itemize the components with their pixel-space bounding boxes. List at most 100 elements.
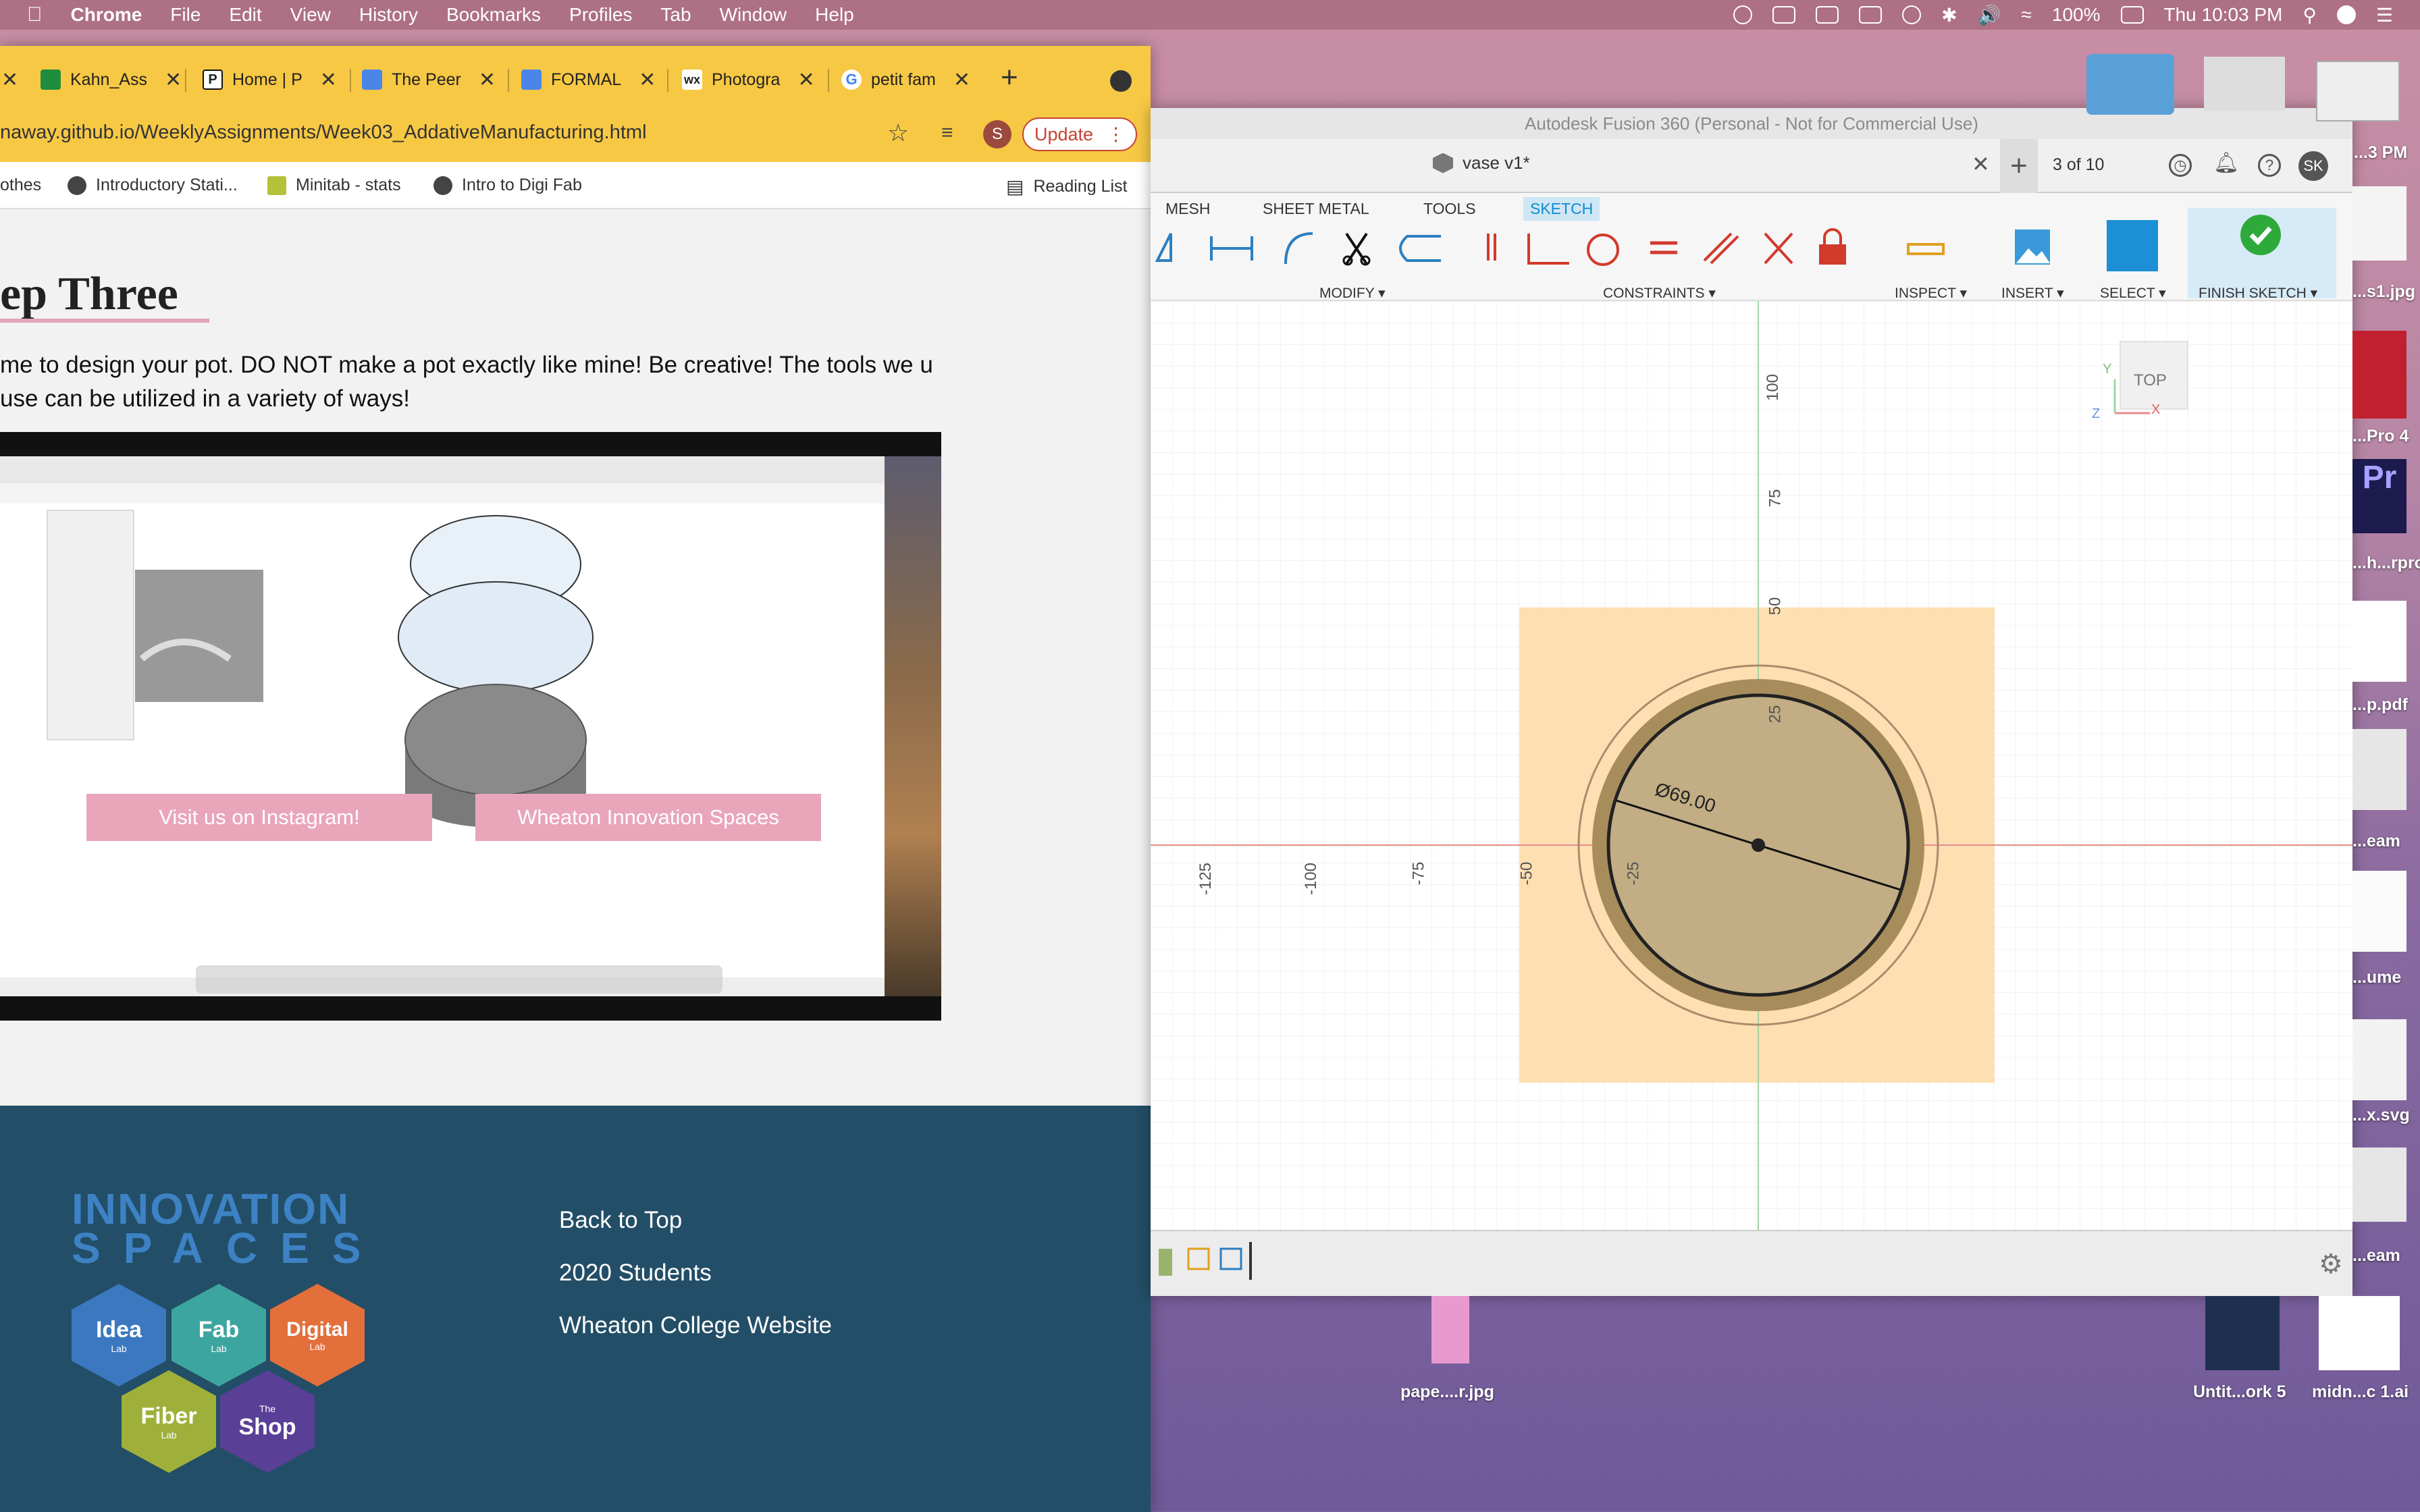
document-tab[interactable]: vase v1*: [1433, 153, 1530, 173]
close-icon[interactable]: ✕: [165, 68, 182, 92]
bluetooth-icon[interactable]: ✱: [1941, 4, 1957, 26]
timeline-icons[interactable]: [1156, 1239, 1264, 1287]
menu-profiles[interactable]: Profiles: [569, 4, 632, 26]
bookmark-minitab[interactable]: Minitab - stats: [267, 176, 401, 195]
close-icon[interactable]: ✕: [953, 68, 970, 92]
file-icon[interactable]: [2352, 871, 2406, 952]
constraints-menu[interactable]: CONSTRAINTS ▾: [1603, 285, 1716, 302]
settings-gear-icon[interactable]: ⚙: [2319, 1249, 2343, 1280]
new-tab-button[interactable]: +: [1001, 61, 1018, 94]
modify-tools-icon[interactable]: [1279, 227, 1481, 267]
menu-view[interactable]: View: [290, 4, 331, 26]
menu-window[interactable]: Window: [720, 4, 787, 26]
clock[interactable]: Thu 10:03 PM: [2164, 4, 2283, 26]
menu-file[interactable]: File: [170, 4, 201, 26]
menu-help[interactable]: Help: [815, 4, 854, 26]
bookmark-clothes[interactable]: othes: [0, 176, 41, 195]
menubar:  Chrome File Edit View History Bookmark…: [0, 0, 2420, 30]
folder-icon[interactable]: [2086, 54, 2174, 115]
bookmark-intro-stats[interactable]: Introductory Stati...: [68, 176, 238, 195]
job-status-icon[interactable]: ◷: [2169, 154, 2192, 177]
tab-search-icon[interactable]: [1110, 70, 1132, 92]
select-menu[interactable]: SELECT ▾: [2100, 285, 2166, 302]
notes-icon[interactable]: [1772, 6, 1796, 24]
pdf-icon[interactable]: [2352, 601, 2406, 682]
menu-history[interactable]: History: [359, 4, 418, 26]
airplay-icon[interactable]: [1859, 6, 1883, 24]
insert-image-icon[interactable]: [2012, 227, 2053, 267]
control-center-icon[interactable]: [2336, 5, 2356, 24]
viewcube[interactable]: TOP: [2134, 371, 2167, 390]
reading-list-button[interactable]: ▤ Reading List: [1006, 176, 1127, 198]
user-avatar[interactable]: SK: [2298, 151, 2328, 181]
jpg-file-icon[interactable]: [1431, 1296, 1469, 1364]
wheaton-website-link[interactable]: Wheaton College Website: [559, 1312, 832, 1339]
wifi-icon[interactable]: ≈: [2022, 4, 2032, 26]
students-link[interactable]: 2020 Students: [559, 1260, 712, 1287]
close-icon[interactable]: ✕: [639, 68, 656, 92]
volume-icon[interactable]: 🔊: [1978, 4, 2001, 26]
image-thumbnail[interactable]: [2352, 186, 2406, 261]
measure-icon[interactable]: [1905, 227, 1946, 267]
illustrator-file-icon[interactable]: [2319, 1296, 2400, 1370]
mirror-tool-icon[interactable]: [1151, 227, 1272, 267]
back-to-top-link[interactable]: Back to Top: [559, 1207, 682, 1234]
tab-tools[interactable]: TOOLS: [1423, 200, 1476, 218]
calendar-icon[interactable]: [1816, 6, 1839, 24]
spotlight-icon[interactable]: ⚲: [2303, 4, 2317, 26]
screenshot-thumbnail[interactable]: [2204, 57, 2285, 111]
finish-sketch-label[interactable]: FINISH SKETCH ▾: [2199, 285, 2317, 302]
url-field[interactable]: naway.github.io/WeeklyAssignments/Week03…: [0, 122, 647, 144]
svg-file-icon[interactable]: [2352, 1019, 2406, 1100]
tab-photography[interactable]: wx Photogra ✕: [668, 59, 815, 100]
menu-tab[interactable]: Tab: [660, 4, 691, 26]
close-icon[interactable]: ✕: [479, 68, 496, 92]
inspect-menu[interactable]: INSPECT ▾: [1895, 285, 1967, 302]
tab-sketch[interactable]: SKETCH: [1523, 197, 1600, 221]
version-indicator[interactable]: 3 of 10: [2053, 155, 2104, 175]
apple-menu-icon[interactable]: : [27, 3, 43, 26]
menu-bookmarks[interactable]: Bookmarks: [446, 4, 541, 26]
image-thumbnail[interactable]: [2352, 331, 2406, 418]
menu-app-name[interactable]: Chrome: [71, 4, 142, 26]
file-icon[interactable]: [2352, 729, 2406, 810]
constraint-tools-icon[interactable]: [1475, 227, 1853, 267]
update-button[interactable]: Update ⋮: [1022, 117, 1137, 151]
artwork-thumbnail[interactable]: [2205, 1296, 2280, 1370]
close-icon[interactable]: ✕: [797, 68, 814, 92]
file-icon[interactable]: [2352, 1148, 2406, 1222]
tutorial-video[interactable]: [0, 432, 941, 1021]
tab-sheet-metal[interactable]: SHEET METAL: [1263, 200, 1369, 218]
profile-avatar[interactable]: S: [983, 120, 1011, 148]
axis-y-label: Y: [2103, 362, 2112, 377]
creative-cloud-icon[interactable]: [1733, 5, 1753, 24]
new-document-button[interactable]: +: [2000, 139, 2038, 193]
tab-home[interactable]: P Home | P ✕: [189, 59, 337, 100]
time-machine-icon[interactable]: [1902, 5, 1922, 24]
tab-mesh[interactable]: MESH: [1165, 200, 1210, 218]
bookmark-star-icon[interactable]: ☆: [887, 119, 909, 147]
close-icon[interactable]: ✕: [1972, 151, 1990, 177]
help-icon[interactable]: ?: [2258, 154, 2281, 177]
document-thumbnail[interactable]: [2316, 61, 2400, 122]
insert-menu[interactable]: INSERT ▾: [2001, 285, 2064, 302]
notification-center-icon[interactable]: ☰: [2376, 4, 2393, 26]
sketch-canvas[interactable]: TOP X Y Z Ø69.00 -125 -100 -75 -50 -25 1…: [1151, 301, 2352, 1230]
innovation-spaces-button[interactable]: Wheaton Innovation Spaces: [475, 794, 821, 841]
tab-kahn[interactable]: Kahn_Ass ✕: [27, 59, 182, 100]
bookmark-digi-fab[interactable]: Intro to Digi Fab: [433, 176, 582, 195]
modify-menu[interactable]: MODIFY ▾: [1319, 285, 1386, 302]
select-icon[interactable]: [2107, 220, 2158, 271]
reading-list-icon[interactable]: ≡: [941, 122, 953, 144]
tab-formal[interactable]: FORMAL ✕: [508, 59, 656, 100]
tab-close-partial[interactable]: ✕: [0, 59, 18, 100]
instagram-button[interactable]: Visit us on Instagram!: [86, 794, 432, 841]
notifications-icon[interactable]: 🔔︎: [2213, 153, 2239, 177]
tab-petit[interactable]: G petit fam ✕: [828, 59, 970, 100]
menu-edit[interactable]: Edit: [229, 4, 261, 26]
close-icon[interactable]: ✕: [320, 68, 337, 92]
tab-peer[interactable]: The Peer ✕: [348, 59, 496, 100]
battery-icon[interactable]: [2120, 6, 2144, 24]
close-icon[interactable]: ✕: [1, 68, 18, 92]
premiere-project-icon[interactable]: Pr: [2352, 459, 2406, 533]
